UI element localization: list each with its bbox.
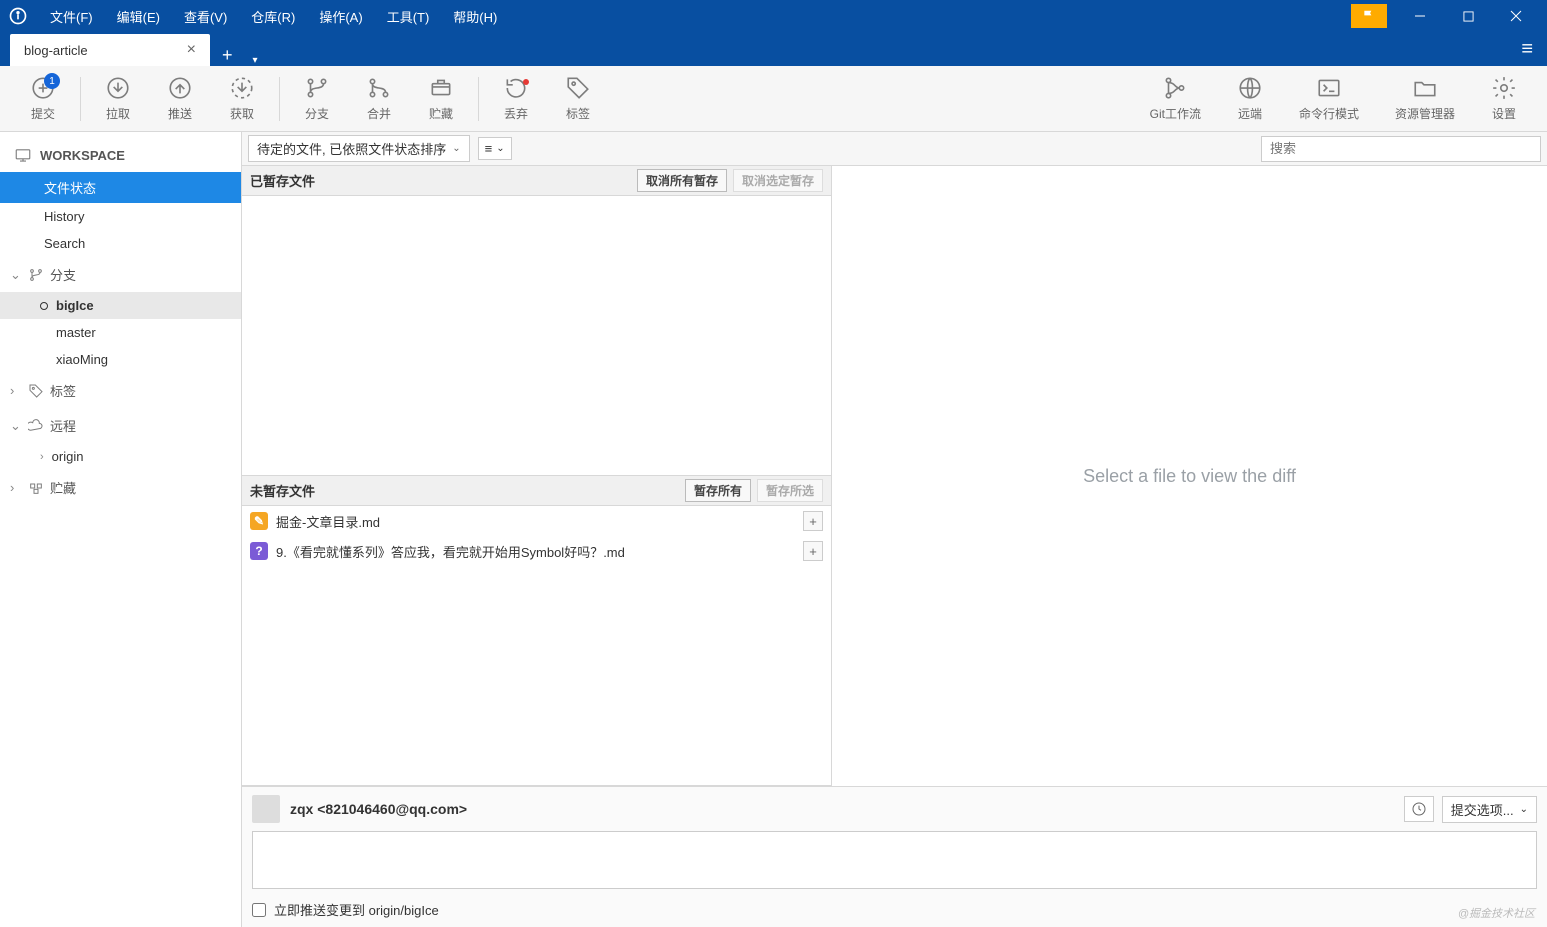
sidebar-section-tags[interactable]: › 标签	[0, 373, 241, 408]
avatar	[252, 795, 280, 823]
sidebar-branch-xiaoming[interactable]: xiaoMing	[0, 346, 241, 373]
minimize-button[interactable]	[1397, 0, 1443, 32]
file-row[interactable]: ? 9.《看完就懂系列》答应我，看完就开始用Symbol好吗？.md +	[242, 536, 831, 566]
tag-button[interactable]: 标签	[547, 71, 609, 126]
tab-title: blog-article	[24, 43, 88, 58]
commit-area: zqx <821046460@qq.com> 提交选项...⌄ 立即推送变更到 …	[242, 786, 1547, 927]
search-input[interactable]	[1261, 136, 1541, 162]
commit-message-input[interactable]	[252, 831, 1537, 889]
diff-viewer: Select a file to view the diff	[832, 166, 1547, 786]
commit-author: zqx <821046460@qq.com>	[290, 801, 467, 817]
commit-badge: 1	[44, 73, 60, 89]
tab-add-button[interactable]: +	[210, 45, 245, 66]
diff-placeholder: Select a file to view the diff	[1083, 466, 1296, 487]
tabbar: blog-article × + ▾ ≡	[0, 32, 1547, 66]
branch-button[interactable]: 分支	[286, 71, 348, 126]
unstage-selected-button[interactable]: 取消选定暂存	[733, 169, 823, 192]
commit-history-icon[interactable]	[1404, 796, 1434, 822]
flag-button[interactable]	[1351, 4, 1387, 28]
unstaged-pane: 未暂存文件 暂存所有 暂存所选 ✎ 掘金-文章目录.md +? 9.《看完就懂系列》答…	[242, 476, 831, 786]
menu-repo[interactable]: 仓库(R)	[241, 3, 305, 30]
search-box	[1261, 136, 1541, 162]
settings-button[interactable]: 设置	[1473, 71, 1535, 126]
merge-button[interactable]: 合并	[348, 71, 410, 126]
list-icon: ≡	[485, 141, 493, 156]
menu-help[interactable]: 帮助(H)	[443, 3, 507, 30]
sort-dropdown[interactable]: 待定的文件, 已依照文件状态排序⌄	[248, 135, 470, 162]
modified-icon: ✎	[250, 512, 268, 530]
push-button[interactable]: 推送	[149, 71, 211, 126]
sidebar-branch-master[interactable]: master	[0, 319, 241, 346]
gitflow-button[interactable]: Git工作流	[1132, 71, 1219, 126]
terminal-button[interactable]: 命令行模式	[1281, 71, 1377, 126]
menu-file[interactable]: 文件(F)	[40, 3, 103, 30]
stage-all-button[interactable]: 暂存所有	[685, 479, 751, 502]
tab-close-icon[interactable]: ×	[187, 41, 196, 59]
stash-button[interactable]: 贮藏	[410, 71, 472, 126]
pull-button[interactable]: 拉取	[87, 71, 149, 126]
stage-selected-button[interactable]: 暂存所选	[757, 479, 823, 502]
push-immediately-checkbox[interactable]	[252, 903, 266, 917]
watermark: @掘金技术社区	[1458, 905, 1535, 921]
chevron-right-icon: ›	[10, 480, 22, 495]
menubar-items: 文件(F) 编辑(E) 查看(V) 仓库(R) 操作(A) 工具(T) 帮助(H…	[40, 3, 507, 30]
chevron-right-icon: ›	[10, 383, 22, 398]
hamburger-icon[interactable]: ≡	[1507, 38, 1547, 61]
tab-dropdown-icon[interactable]: ▾	[245, 55, 266, 66]
current-branch-icon	[40, 302, 48, 310]
commit-button[interactable]: 1 提交	[12, 71, 74, 126]
stage-file-button[interactable]: +	[803, 541, 823, 561]
discard-indicator-icon	[523, 79, 529, 85]
sidebar-remote-origin[interactable]: ›origin	[0, 443, 241, 470]
menubar: 文件(F) 编辑(E) 查看(V) 仓库(R) 操作(A) 工具(T) 帮助(H…	[0, 0, 1547, 32]
sidebar-section-branches[interactable]: ⌄ 分支	[0, 257, 241, 292]
chevron-down-icon: ⌄	[10, 267, 22, 283]
app-logo-icon	[8, 6, 28, 26]
staged-title: 已暂存文件	[250, 171, 315, 190]
chevron-down-icon: ⌄	[10, 418, 22, 434]
menu-edit[interactable]: 编辑(E)	[107, 3, 170, 30]
sidebar-branch-bigice[interactable]: bigIce	[0, 292, 241, 319]
file-name: 掘金-文章目录.md	[276, 512, 380, 531]
remote-button[interactable]: 远端	[1219, 71, 1281, 126]
maximize-button[interactable]	[1445, 0, 1491, 32]
filter-row: 待定的文件, 已依照文件状态排序⌄ ≡⌄	[242, 132, 1547, 166]
sidebar-section-stash[interactable]: › 贮藏	[0, 470, 241, 505]
staged-list	[242, 196, 831, 475]
file-row[interactable]: ✎ 掘金-文章目录.md +	[242, 506, 831, 536]
files-column: 已暂存文件 取消所有暂存 取消选定暂存 未暂存文件 暂存所有 暂存所选	[242, 166, 832, 786]
staged-pane: 已暂存文件 取消所有暂存 取消选定暂存	[242, 166, 831, 476]
repo-tab[interactable]: blog-article ×	[10, 34, 210, 66]
close-button[interactable]	[1493, 0, 1539, 32]
sidebar-section-remotes[interactable]: ⌄ 远程	[0, 408, 241, 443]
unstaged-list: ✎ 掘金-文章目录.md +? 9.《看完就懂系列》答应我，看完就开始用Symbol好…	[242, 506, 831, 785]
view-mode-button[interactable]: ≡⌄	[478, 137, 512, 160]
discard-button[interactable]: 丢弃	[485, 71, 547, 126]
unstage-all-button[interactable]: 取消所有暂存	[637, 169, 727, 192]
unstaged-title: 未暂存文件	[250, 481, 315, 500]
main: WORKSPACE 文件状态 History Search ⌄ 分支 bigIc…	[0, 132, 1547, 927]
explorer-button[interactable]: 资源管理器	[1377, 71, 1473, 126]
fetch-button[interactable]: 获取	[211, 71, 273, 126]
menu-tools[interactable]: 工具(T)	[377, 3, 440, 30]
unknown-icon: ?	[250, 542, 268, 560]
center-panel: 待定的文件, 已依照文件状态排序⌄ ≡⌄ 已暂存文件 取消所有暂存 取消选定暂存	[242, 132, 1547, 927]
file-name: 9.《看完就懂系列》答应我，看完就开始用Symbol好吗？.md	[276, 542, 625, 561]
toolbar: 1 提交 拉取 推送 获取 分支 合并 贮藏 丢弃 标签 Git工	[0, 66, 1547, 132]
commit-options-dropdown[interactable]: 提交选项...⌄	[1442, 796, 1537, 823]
sidebar-item-history[interactable]: History	[0, 203, 241, 230]
stage-file-button[interactable]: +	[803, 511, 823, 531]
sidebar-workspace-header: WORKSPACE	[0, 138, 241, 172]
menu-action[interactable]: 操作(A)	[309, 3, 372, 30]
sidebar-item-filestatus[interactable]: 文件状态	[0, 172, 241, 203]
sidebar-item-search[interactable]: Search	[0, 230, 241, 257]
push-immediately-label: 立即推送变更到 origin/bigIce	[274, 900, 439, 919]
menu-view[interactable]: 查看(V)	[174, 3, 237, 30]
sidebar: WORKSPACE 文件状态 History Search ⌄ 分支 bigIc…	[0, 132, 242, 927]
